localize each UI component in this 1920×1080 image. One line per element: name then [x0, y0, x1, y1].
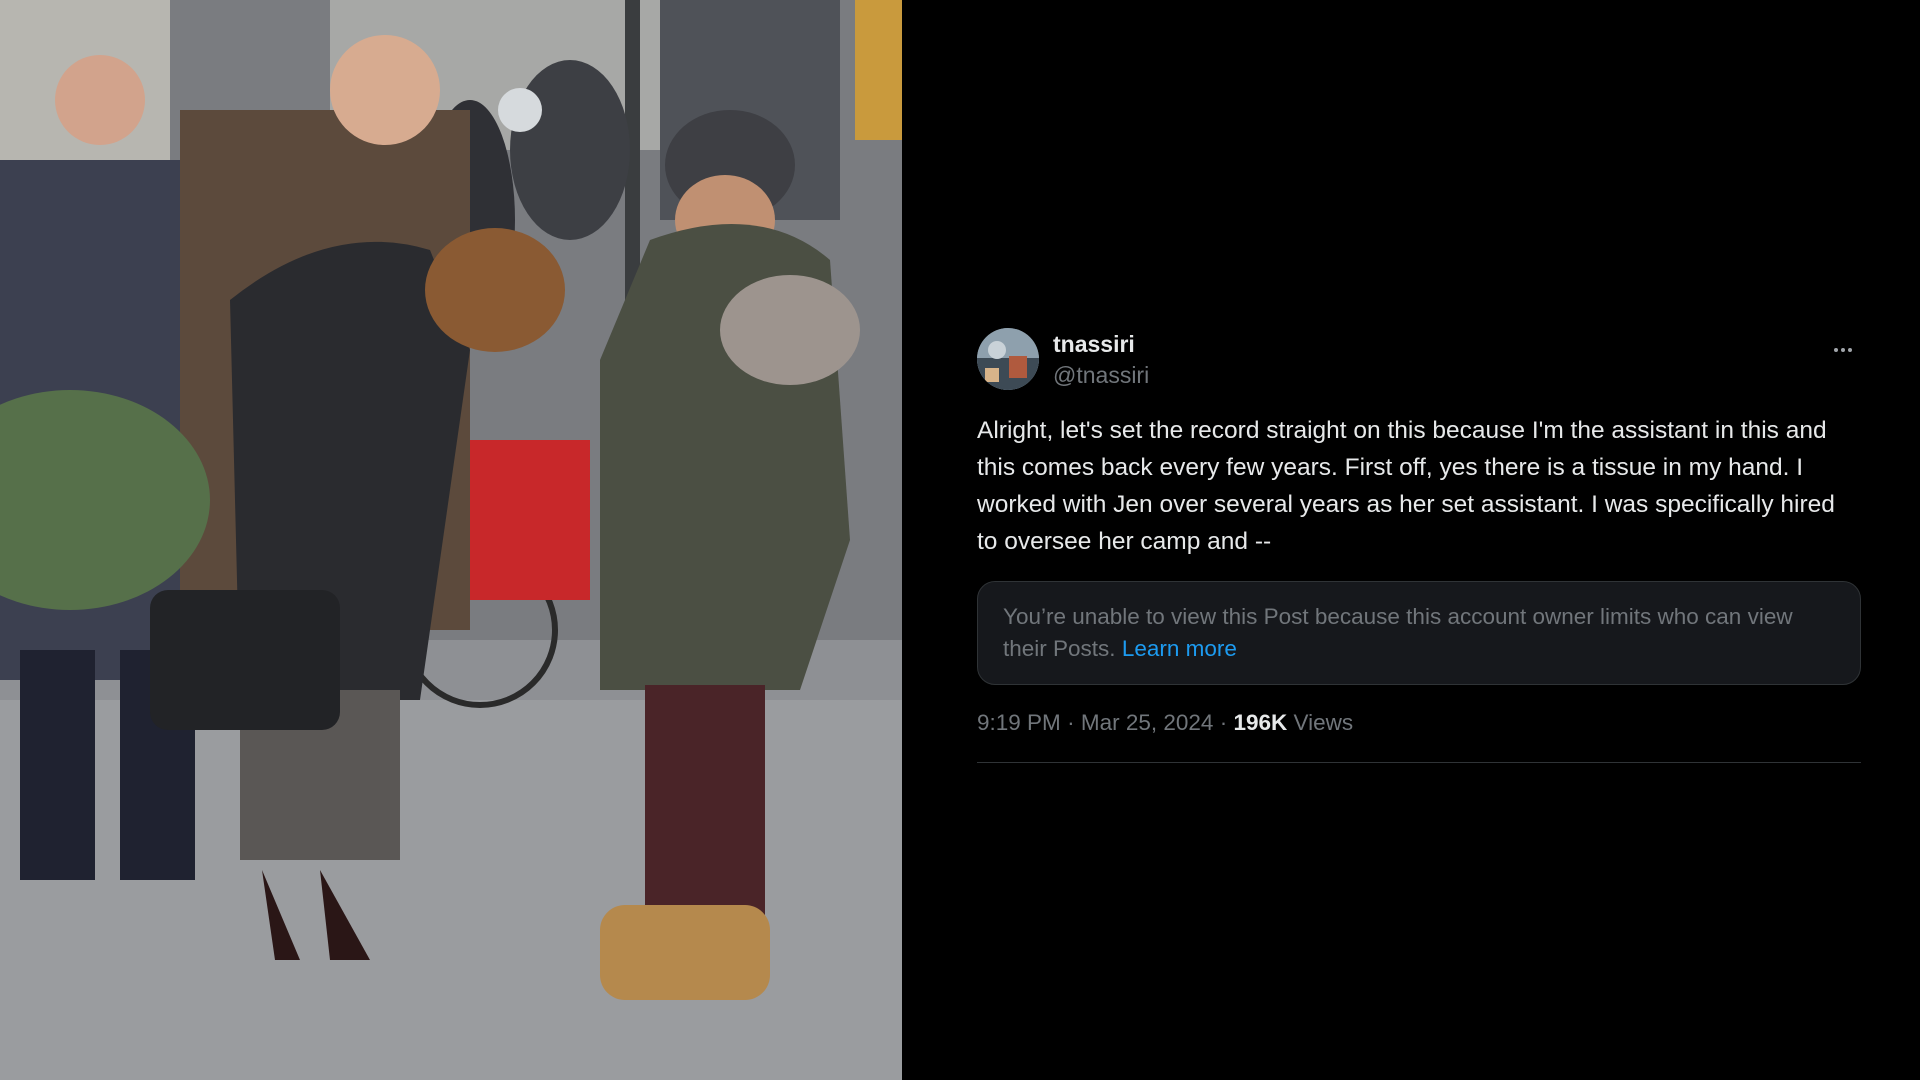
tweet-metadata: 9:19 PM · Mar 25, 2024 · 196K Views [977, 707, 1861, 739]
avatar[interactable] [977, 328, 1039, 390]
divider [977, 762, 1861, 763]
user-handle[interactable]: @tnassiri [1053, 360, 1149, 390]
ellipsis-icon[interactable] [1825, 338, 1861, 362]
restricted-post-notice: You’re unable to view this Post because … [977, 581, 1861, 685]
separator: · [1219, 710, 1228, 735]
post-date[interactable]: Mar 25, 2024 [1081, 710, 1214, 735]
tweet-card: tnassiri @tnassiri Alright, let's set th… [977, 328, 1861, 763]
street-photo [0, 0, 902, 1080]
post-time[interactable]: 9:19 PM [977, 710, 1061, 735]
separator: · [1067, 710, 1075, 735]
views-label: Views [1293, 710, 1354, 735]
views-count: 196K [1233, 710, 1288, 735]
tweet-header: tnassiri @tnassiri [977, 328, 1861, 390]
learn-more-link[interactable]: Learn more [1122, 636, 1237, 661]
display-name[interactable]: tnassiri [1053, 329, 1135, 359]
tweet-text: Alright, let's set the record straight o… [977, 417, 1835, 555]
